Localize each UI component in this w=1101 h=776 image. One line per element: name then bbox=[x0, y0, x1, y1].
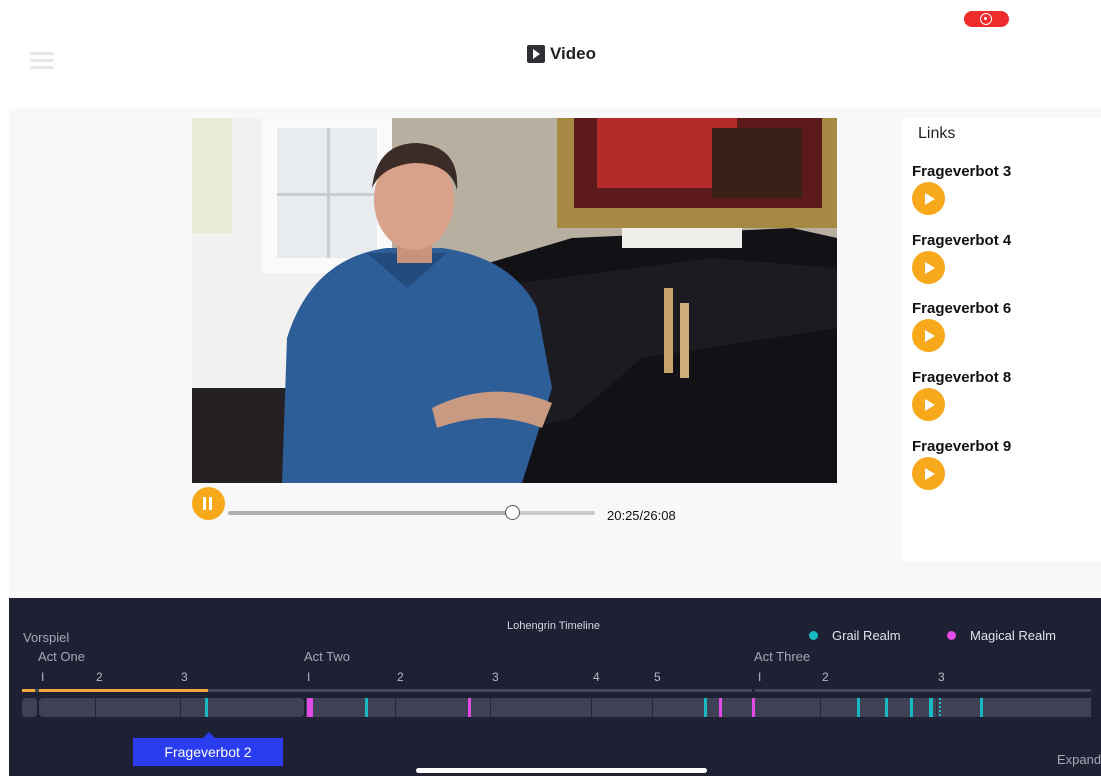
scene-number[interactable]: 3 bbox=[181, 670, 188, 684]
scene-divider bbox=[95, 698, 96, 717]
scene-number[interactable]: 2 bbox=[822, 670, 829, 684]
prelude-label[interactable]: Vorspiel bbox=[23, 630, 69, 645]
grail-marker[interactable] bbox=[704, 698, 707, 717]
expand-button[interactable]: Expand bbox=[1057, 752, 1101, 767]
scene-divider bbox=[180, 698, 181, 717]
magical-marker[interactable] bbox=[719, 698, 722, 717]
grail-marker[interactable] bbox=[857, 698, 860, 717]
record-icon bbox=[980, 13, 992, 25]
video-player[interactable] bbox=[192, 118, 837, 483]
links-title: Links bbox=[918, 125, 956, 142]
screen-recording-indicator[interactable] bbox=[964, 11, 1009, 27]
scene-number[interactable]: 2 bbox=[96, 670, 103, 684]
legend-magical-dot bbox=[947, 631, 956, 640]
playback-time: 20:25/26:08 bbox=[607, 508, 676, 523]
scene-number[interactable]: I bbox=[307, 670, 310, 684]
seek-handle[interactable] bbox=[505, 505, 520, 520]
link-item[interactable]: Frageverbot 6 bbox=[912, 300, 1097, 360]
play-icon[interactable] bbox=[912, 251, 945, 284]
app-header: Video bbox=[0, 0, 1101, 108]
video-frame bbox=[192, 118, 837, 483]
link-item[interactable]: Frageverbot 8 bbox=[912, 369, 1097, 429]
grail-marker[interactable] bbox=[205, 698, 208, 717]
scene-divider bbox=[652, 698, 653, 717]
act-three-segment[interactable] bbox=[755, 698, 1091, 717]
scene-number[interactable]: 3 bbox=[492, 670, 499, 684]
act-two-progress-track bbox=[304, 689, 752, 692]
grail-marker[interactable] bbox=[910, 698, 913, 717]
play-icon[interactable] bbox=[912, 457, 945, 490]
link-item[interactable]: Frageverbot 3 bbox=[912, 163, 1097, 223]
seek-bar-progress bbox=[228, 511, 511, 515]
act-one-label[interactable]: Act One bbox=[38, 649, 85, 664]
act-three-progress-track bbox=[755, 689, 1091, 692]
pause-button[interactable] bbox=[192, 487, 225, 520]
act-two-segment[interactable] bbox=[306, 698, 753, 717]
magical-marker[interactable] bbox=[752, 698, 755, 717]
grail-marker[interactable] bbox=[939, 698, 941, 717]
video-play-icon bbox=[527, 45, 545, 63]
scene-number[interactable]: 3 bbox=[938, 670, 945, 684]
scene-number[interactable]: 4 bbox=[593, 670, 600, 684]
grail-marker[interactable] bbox=[885, 698, 888, 717]
scene-number[interactable]: 5 bbox=[654, 670, 661, 684]
scene-divider bbox=[936, 698, 937, 717]
timeline-title: Lohengrin Timeline bbox=[507, 620, 600, 632]
scene-divider bbox=[490, 698, 491, 717]
play-icon[interactable] bbox=[912, 182, 945, 215]
home-indicator[interactable] bbox=[416, 768, 707, 773]
prelude-progress bbox=[22, 689, 35, 692]
link-label[interactable]: Frageverbot 4 bbox=[912, 232, 1011, 249]
grail-marker[interactable] bbox=[980, 698, 983, 717]
magical-marker[interactable] bbox=[468, 698, 471, 717]
prelude-segment[interactable] bbox=[22, 698, 37, 717]
link-label[interactable]: Frageverbot 3 bbox=[912, 163, 1011, 180]
lohengrin-timeline: Lohengrin Timeline Grail Realm Magical R… bbox=[9, 598, 1101, 776]
scene-number[interactable]: 2 bbox=[397, 670, 404, 684]
selected-marker-tooltip[interactable]: Frageverbot 2 bbox=[133, 738, 283, 766]
legend-grail-label: Grail Realm bbox=[832, 628, 901, 643]
scene-number[interactable]: I bbox=[41, 670, 44, 684]
grail-marker[interactable] bbox=[365, 698, 368, 717]
scene-divider bbox=[820, 698, 821, 717]
menu-icon[interactable] bbox=[30, 52, 54, 70]
scene-number[interactable]: I bbox=[758, 670, 761, 684]
magical-marker[interactable] bbox=[310, 698, 313, 717]
link-label[interactable]: Frageverbot 6 bbox=[912, 300, 1011, 317]
legend-magical-label: Magical Realm bbox=[970, 628, 1056, 643]
link-item[interactable]: Frageverbot 9 bbox=[912, 438, 1097, 498]
scene-divider bbox=[591, 698, 592, 717]
pause-icon bbox=[203, 497, 206, 510]
act-one-segment[interactable] bbox=[39, 698, 304, 717]
act-three-label[interactable]: Act Three bbox=[754, 649, 810, 664]
legend-grail-dot bbox=[809, 631, 818, 640]
link-item[interactable]: Frageverbot 4 bbox=[912, 232, 1097, 292]
grail-marker[interactable] bbox=[929, 698, 933, 717]
seek-bar[interactable] bbox=[228, 511, 595, 515]
links-panel: Links Frageverbot 3 Frageverbot 4 Fragev… bbox=[902, 118, 1101, 561]
link-label[interactable]: Frageverbot 9 bbox=[912, 438, 1011, 455]
page-title: Video bbox=[527, 44, 596, 64]
link-label[interactable]: Frageverbot 8 bbox=[912, 369, 1011, 386]
scene-divider bbox=[395, 698, 396, 717]
act-two-label[interactable]: Act Two bbox=[304, 649, 350, 664]
play-icon[interactable] bbox=[912, 388, 945, 421]
act-one-progress bbox=[39, 689, 208, 692]
page-title-text: Video bbox=[550, 44, 596, 63]
play-icon[interactable] bbox=[912, 319, 945, 352]
